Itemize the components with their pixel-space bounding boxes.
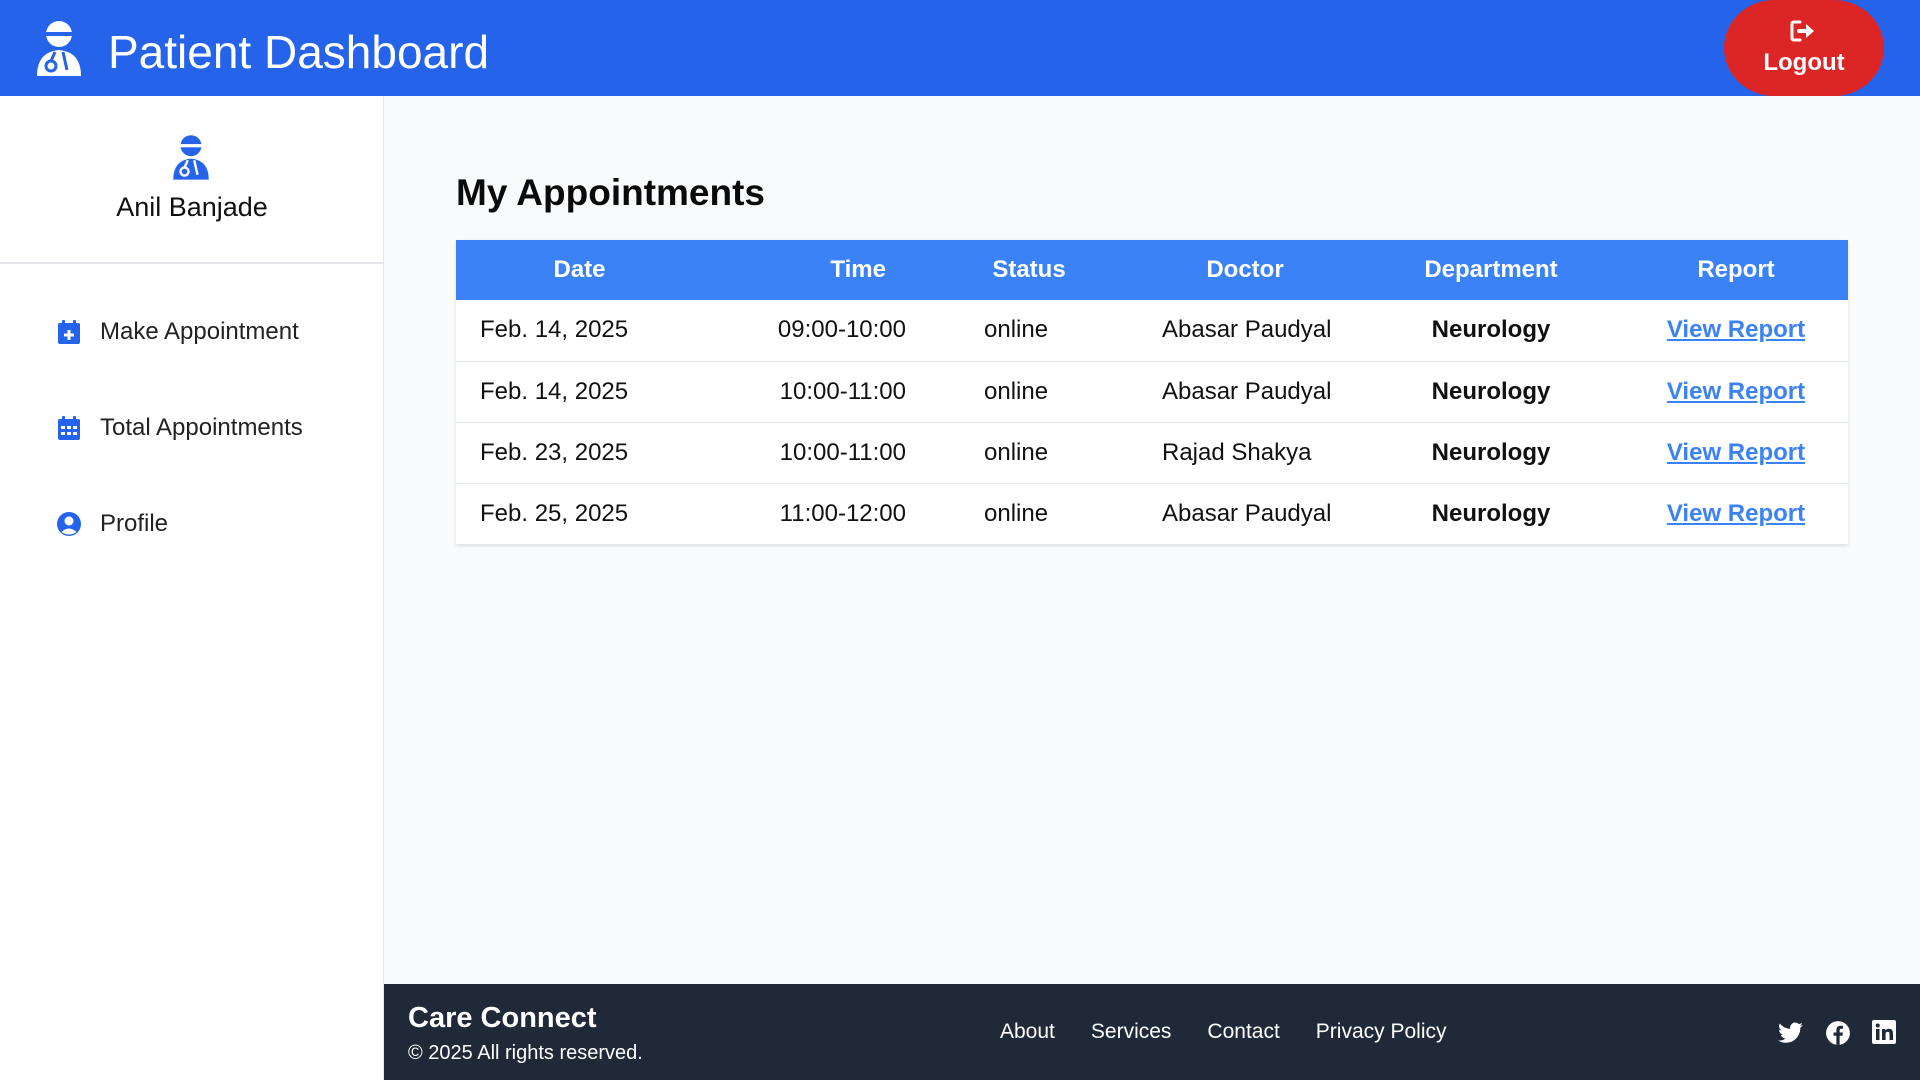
cell-time: 10:00-11:00 xyxy=(779,377,906,405)
calendar-plus-icon xyxy=(56,319,82,345)
cell-department: Neurology xyxy=(1431,438,1551,466)
appointments-table: Date Time Status Doctor Department Repor… xyxy=(456,240,1848,545)
sidebar-item-label: Make Appointment xyxy=(100,318,299,345)
cell-report: View Report xyxy=(1624,300,1848,361)
cell-date: Feb. 14, 2025 xyxy=(480,377,629,405)
logout-label: Logout xyxy=(1763,49,1845,76)
view-report-link[interactable]: View Report xyxy=(1667,316,1805,343)
cell-doctor: Abasar Paudyal xyxy=(1162,377,1332,405)
column-header-time: Time xyxy=(830,256,886,283)
sidebar-item-profile[interactable]: Profile xyxy=(56,504,356,544)
user-circle-icon xyxy=(56,511,82,537)
cell-time: 11:00-12:00 xyxy=(779,499,906,527)
table-row: Feb. 25, 2025 11:00-12:00 online Abasar … xyxy=(456,483,1848,544)
facebook-icon[interactable] xyxy=(1825,1020,1851,1046)
cell-department: Neurology xyxy=(1431,499,1551,527)
user-doctor-icon xyxy=(33,20,85,76)
footer: Care Connect © 2025 All rights reserved.… xyxy=(384,984,1920,1080)
logout-button[interactable]: Logout xyxy=(1724,0,1884,96)
page-title: Patient Dashboard xyxy=(108,26,490,78)
cell-status: online xyxy=(984,438,1049,466)
footer-links: About Services Contact Privacy Policy xyxy=(1000,1020,1447,1044)
cell-doctor: Abasar Paudyal xyxy=(1162,499,1332,527)
sidebar: Anil Banjade Make Appointment Total Appo… xyxy=(0,96,384,1080)
twitter-icon[interactable] xyxy=(1778,1020,1804,1046)
column-header-report: Report xyxy=(1697,256,1775,283)
table-header-row: Date Time Status Doctor Department Repor… xyxy=(456,240,1848,300)
footer-link-services[interactable]: Services xyxy=(1091,1020,1172,1044)
cell-status: online xyxy=(984,499,1049,527)
footer-link-privacy-policy[interactable]: Privacy Policy xyxy=(1316,1020,1447,1044)
cell-doctor: Rajad Shakya xyxy=(1162,438,1312,466)
column-header-doctor: Doctor xyxy=(1206,256,1284,283)
cell-doctor: Abasar Paudyal xyxy=(1162,316,1332,344)
cell-time: 10:00-11:00 xyxy=(779,438,906,466)
user-name: Anil Banjade xyxy=(116,192,268,222)
table-row: Feb. 14, 2025 10:00-11:00 online Abasar … xyxy=(456,361,1848,422)
table-row: Feb. 23, 2025 10:00-11:00 online Rajad S… xyxy=(456,422,1848,483)
cell-date: Feb. 25, 2025 xyxy=(480,499,629,527)
footer-link-about[interactable]: About xyxy=(1000,1020,1055,1044)
sidebar-item-make-appointment[interactable]: Make Appointment xyxy=(56,312,356,352)
cell-date: Feb. 23, 2025 xyxy=(480,438,629,466)
sidebar-item-total-appointments[interactable]: Total Appointments xyxy=(56,408,356,448)
view-report-link[interactable]: View Report xyxy=(1667,378,1805,405)
sign-out-icon xyxy=(1790,19,1818,43)
cell-report: View Report xyxy=(1624,361,1848,422)
profile-block: Anil Banjade xyxy=(0,96,384,264)
top-header: Patient Dashboard Logout xyxy=(0,0,1920,96)
view-report-link[interactable]: View Report xyxy=(1667,500,1805,527)
cell-report: View Report xyxy=(1624,422,1848,483)
footer-link-contact[interactable]: Contact xyxy=(1207,1020,1279,1044)
cell-department: Neurology xyxy=(1431,377,1551,405)
column-header-status: Status xyxy=(992,256,1066,283)
section-title: My Appointments xyxy=(456,172,766,213)
cell-time: 09:00-10:00 xyxy=(777,316,906,344)
calendar-days-icon xyxy=(56,415,82,441)
cell-report: View Report xyxy=(1624,483,1848,544)
cell-department: Neurology xyxy=(1431,316,1551,344)
column-header-department: Department xyxy=(1424,256,1558,283)
cell-status: online xyxy=(984,377,1049,405)
cell-date: Feb. 14, 2025 xyxy=(480,316,629,344)
footer-copyright: © 2025 All rights reserved. xyxy=(408,1042,643,1064)
footer-brand: Care Connect xyxy=(408,1002,597,1034)
linkedin-icon[interactable] xyxy=(1872,1020,1898,1046)
sidebar-item-label: Total Appointments xyxy=(100,414,303,441)
user-doctor-icon xyxy=(170,134,212,180)
table-row: Feb. 14, 2025 09:00-10:00 online Abasar … xyxy=(456,300,1848,361)
view-report-link[interactable]: View Report xyxy=(1667,439,1805,466)
sidebar-item-label: Profile xyxy=(100,510,169,537)
cell-status: online xyxy=(984,316,1049,344)
column-header-date: Date xyxy=(553,256,606,283)
